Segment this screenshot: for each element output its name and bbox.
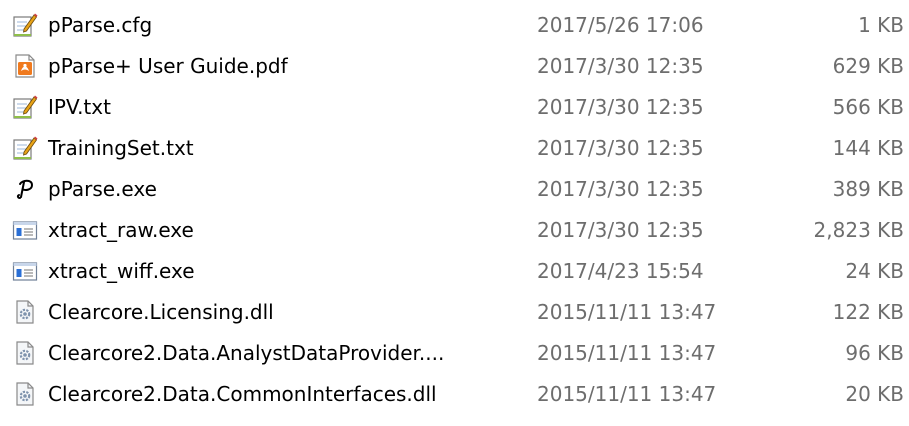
file-row[interactable]: pParse.exe 2017/3/30 12:35 389 KB <box>0 169 909 210</box>
file-row[interactable]: Clearcore2.Data.AnalystDataProvider.... … <box>0 333 909 374</box>
file-date: 2017/3/30 12:35 <box>537 218 704 242</box>
notepad-icon <box>12 135 38 161</box>
file-date: 2017/3/30 12:35 <box>537 136 704 160</box>
file-name: pParse.cfg <box>48 13 153 37</box>
file-name: Clearcore.Licensing.dll <box>48 300 274 324</box>
file-size: 144 KB <box>832 136 904 160</box>
file-size: 389 KB <box>832 177 904 201</box>
file-name: IPV.txt <box>48 95 111 119</box>
file-row[interactable]: pParse+ User Guide.pdf 2017/3/30 12:35 6… <box>0 46 909 87</box>
dll-gear-icon <box>12 381 38 407</box>
file-date: 2017/4/23 15:54 <box>537 259 704 283</box>
file-row[interactable]: xtract_raw.exe 2017/3/30 12:35 2,823 KB <box>0 210 909 251</box>
file-row[interactable]: Clearcore2.Data.CommonInterfaces.dll 201… <box>0 374 909 415</box>
file-date: 2017/3/30 12:35 <box>537 95 704 119</box>
pdf-icon <box>12 53 38 79</box>
dll-gear-icon <box>12 299 38 325</box>
file-name: TrainingSet.txt <box>48 136 194 160</box>
file-date: 2015/11/11 13:47 <box>537 382 717 406</box>
file-date: 2017/5/26 17:06 <box>537 13 704 37</box>
file-name: Clearcore2.Data.AnalystDataProvider.... <box>48 341 445 365</box>
file-name: xtract_raw.exe <box>48 218 194 242</box>
file-size: 1 KB <box>858 13 904 37</box>
notepad-icon <box>12 94 38 120</box>
notepad-icon <box>12 12 38 38</box>
file-list: pParse.cfg 2017/5/26 17:06 1 KB pParse+ … <box>0 0 909 426</box>
file-size: 2,823 KB <box>813 218 904 242</box>
file-name: pParse.exe <box>48 177 157 201</box>
file-row[interactable]: xtract_wiff.exe 2017/4/23 15:54 24 KB <box>0 251 909 292</box>
file-size: 24 KB <box>845 259 904 283</box>
file-size: 566 KB <box>832 95 904 119</box>
file-size: 20 KB <box>845 382 904 406</box>
exe-window-icon <box>12 217 38 243</box>
file-row[interactable]: TrainingSet.txt 2017/3/30 12:35 144 KB <box>0 128 909 169</box>
file-date: 2015/11/11 13:47 <box>537 300 717 324</box>
file-date: 2015/11/11 13:47 <box>537 341 717 365</box>
file-size: 96 KB <box>845 341 904 365</box>
file-date: 2017/3/30 12:35 <box>537 54 704 78</box>
exe-window-icon <box>12 258 38 284</box>
file-name: pParse+ User Guide.pdf <box>48 54 288 78</box>
file-row[interactable]: Clearcore.Licensing.dll 2015/11/11 13:47… <box>0 292 909 333</box>
pparse-app-icon <box>12 176 38 202</box>
file-row[interactable]: pParse.cfg 2017/5/26 17:06 1 KB <box>0 5 909 46</box>
file-row[interactable]: IPV.txt 2017/3/30 12:35 566 KB <box>0 87 909 128</box>
file-name: xtract_wiff.exe <box>48 259 195 283</box>
file-size: 629 KB <box>832 54 904 78</box>
file-date: 2017/3/30 12:35 <box>537 177 704 201</box>
file-name: Clearcore2.Data.CommonInterfaces.dll <box>48 382 437 406</box>
file-size: 122 KB <box>832 300 904 324</box>
dll-gear-icon <box>12 340 38 366</box>
